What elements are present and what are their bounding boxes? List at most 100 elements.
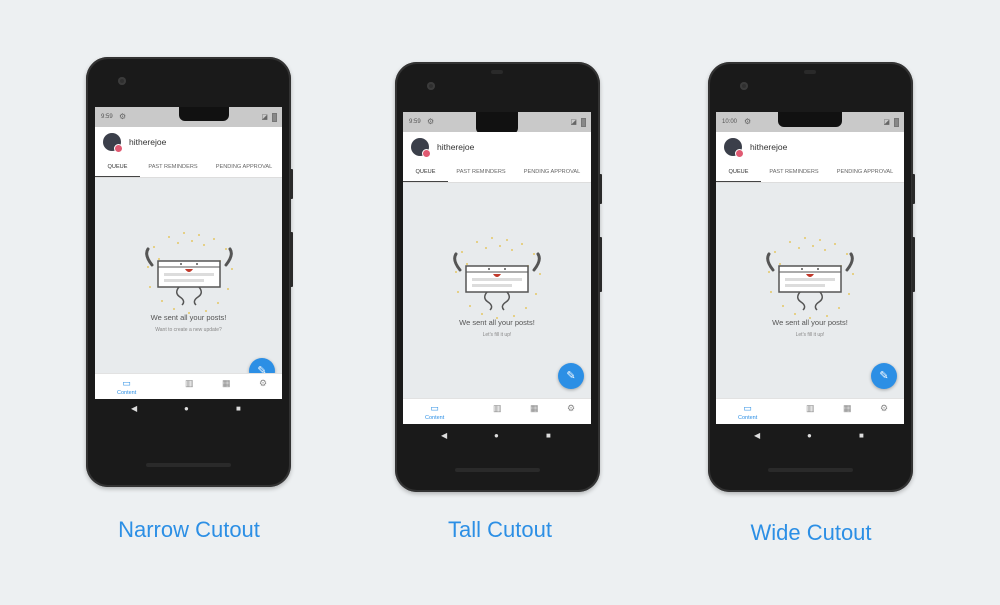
phone-frame: 10:00 ⚙ ◪ hitherejoe QUEUE PAST REMINDER… <box>708 62 915 492</box>
nav-content[interactable]: ▭ Content <box>738 403 757 421</box>
compose-button[interactable]: ✎ <box>871 363 897 389</box>
phone-screen: 10:00 ⚙ ◪ hitherejoe QUEUE PAST REMINDER… <box>716 112 904 424</box>
content-icon: ▭ <box>430 403 439 413</box>
phone-screen: 9:59 ⚙ ◪ hitherejoe QUEUE PAST REMINDERS… <box>95 107 282 418</box>
front-camera <box>427 82 435 90</box>
phone-screen: 9:59 ⚙ ◪ hitherejoe QUEUE PAST REMINDERS… <box>403 112 591 424</box>
circle-home-icon[interactable]: ● <box>494 431 499 440</box>
nav-content-label: Content <box>425 415 445 421</box>
bar-chart-icon: ▥ <box>185 378 194 388</box>
status-time: 10:00 <box>722 119 738 125</box>
bottom-navigation: ▭ Content ▥ ▦ ⚙ <box>716 398 904 424</box>
gear-icon: ⚙ <box>880 403 889 413</box>
tab-pending-approval[interactable]: PENDING APPROVAL <box>514 166 590 182</box>
battery-icon <box>894 118 899 127</box>
nav-content-label: Content <box>738 415 758 421</box>
earpiece <box>804 70 816 74</box>
gear-icon: ⚙ <box>567 403 576 413</box>
calendar-icon: ▦ <box>843 403 852 413</box>
nav-calendar[interactable]: ▦ <box>530 403 539 414</box>
tab-past-reminders[interactable]: PAST REMINDERS <box>448 166 514 182</box>
tab-past-reminders[interactable]: PAST REMINDERS <box>761 166 827 182</box>
empty-submessage: Want to create a new update? <box>155 327 222 333</box>
nav-calendar[interactable]: ▦ <box>222 378 231 389</box>
empty-message: We sent all your posts! <box>772 318 848 327</box>
display-cutout <box>778 112 842 127</box>
nav-content[interactable]: ▭ Content <box>117 378 136 396</box>
nav-content[interactable]: ▭ Content <box>425 403 444 421</box>
phone-frame: 9:59 ⚙ ◪ hitherejoe QUEUE PAST REMINDERS… <box>86 57 293 487</box>
tab-queue[interactable]: QUEUE <box>716 166 761 182</box>
nav-calendar[interactable]: ▦ <box>843 403 852 414</box>
tab-pending-approval[interactable]: PENDING APPROVAL <box>827 166 903 182</box>
tab-pending-approval[interactable]: PENDING APPROVAL <box>206 161 282 177</box>
circle-home-icon[interactable]: ● <box>184 404 189 413</box>
nav-settings[interactable]: ⚙ <box>880 403 888 414</box>
caption-narrow-cutout: Narrow Cutout <box>118 517 260 542</box>
phone-frame: 9:59 ⚙ ◪ hitherejoe QUEUE PAST REMINDERS… <box>395 62 602 492</box>
nav-settings[interactable]: ⚙ <box>259 378 267 389</box>
signal-icon: ◪ <box>261 114 268 121</box>
battery-icon <box>272 113 277 122</box>
account-name: hitherejoe <box>129 137 167 147</box>
compose-button[interactable]: ✎ <box>558 363 584 389</box>
app-header: hitherejoe QUEUE PAST REMINDERS PENDING … <box>716 132 904 183</box>
calendar-icon: ▦ <box>530 403 539 413</box>
account-name: hitherejoe <box>750 142 788 152</box>
gear-icon: ⚙ <box>744 117 752 126</box>
tab-queue[interactable]: QUEUE <box>95 161 140 177</box>
triangle-back-icon[interactable]: ◀ <box>131 404 137 413</box>
earpiece <box>491 70 503 74</box>
app-header: hitherejoe QUEUE PAST REMINDERS PENDING … <box>95 127 282 178</box>
signal-icon: ◪ <box>883 119 890 126</box>
front-camera <box>118 77 126 85</box>
nav-analytics[interactable]: ▥ <box>185 378 194 389</box>
caption-tall-cutout: Tall Cutout <box>448 517 552 542</box>
bottom-navigation: ▭ Content ▥ ▦ ⚙ <box>95 373 282 400</box>
system-navigation: ◀ ● ■ <box>95 399 282 418</box>
nav-settings[interactable]: ⚙ <box>567 403 575 414</box>
nav-analytics[interactable]: ▥ <box>493 403 502 414</box>
empty-queue-illustration <box>453 237 541 319</box>
tab-bar: QUEUE PAST REMINDERS PENDING APPROVAL <box>95 161 282 177</box>
pencil-icon: ✎ <box>879 370 889 382</box>
square-recents-icon[interactable]: ■ <box>546 431 551 440</box>
bottom-navigation: ▭ Content ▥ ▦ ⚙ <box>403 398 591 424</box>
nav-analytics[interactable]: ▥ <box>806 403 815 414</box>
empty-message: We sent all your posts! <box>459 318 535 327</box>
tab-past-reminders[interactable]: PAST REMINDERS <box>140 161 206 177</box>
status-time: 9:59 <box>101 114 113 120</box>
signal-icon: ◪ <box>570 119 577 126</box>
gear-icon: ⚙ <box>259 378 268 388</box>
system-navigation: ◀ ● ■ <box>716 426 904 448</box>
bar-chart-icon: ▥ <box>806 403 815 413</box>
caption-wide-cutout: Wide Cutout <box>750 520 872 545</box>
front-camera <box>740 82 748 90</box>
avatar[interactable] <box>411 138 431 158</box>
tab-bar: QUEUE PAST REMINDERS PENDING APPROVAL <box>403 166 591 182</box>
triangle-back-icon[interactable]: ◀ <box>441 431 447 440</box>
nav-content-label: Content <box>117 390 137 396</box>
calendar-icon: ▦ <box>222 378 231 388</box>
empty-submessage: Let's fill it up! <box>482 332 512 338</box>
system-navigation: ◀ ● ■ <box>403 426 591 448</box>
square-recents-icon[interactable]: ■ <box>859 431 864 440</box>
battery-icon <box>581 118 586 127</box>
content-icon: ▭ <box>122 378 131 388</box>
avatar[interactable] <box>724 138 744 158</box>
pencil-icon: ✎ <box>566 370 576 382</box>
triangle-back-icon[interactable]: ◀ <box>754 431 760 440</box>
content-icon: ▭ <box>743 403 752 413</box>
gear-icon: ⚙ <box>119 112 127 121</box>
empty-message: We sent all your posts! <box>150 313 227 322</box>
app-header: hitherejoe QUEUE PAST REMINDERS PENDING … <box>403 132 591 183</box>
display-cutout <box>476 112 518 134</box>
circle-home-icon[interactable]: ● <box>807 431 812 440</box>
tab-queue[interactable]: QUEUE <box>403 166 448 182</box>
square-recents-icon[interactable]: ■ <box>236 404 241 413</box>
account-name: hitherejoe <box>437 142 475 152</box>
avatar[interactable] <box>103 133 123 153</box>
empty-queue-illustration <box>766 237 854 319</box>
empty-queue-illustration <box>144 232 233 314</box>
empty-state: We sent all your posts! Let's fill it up… <box>403 232 591 352</box>
